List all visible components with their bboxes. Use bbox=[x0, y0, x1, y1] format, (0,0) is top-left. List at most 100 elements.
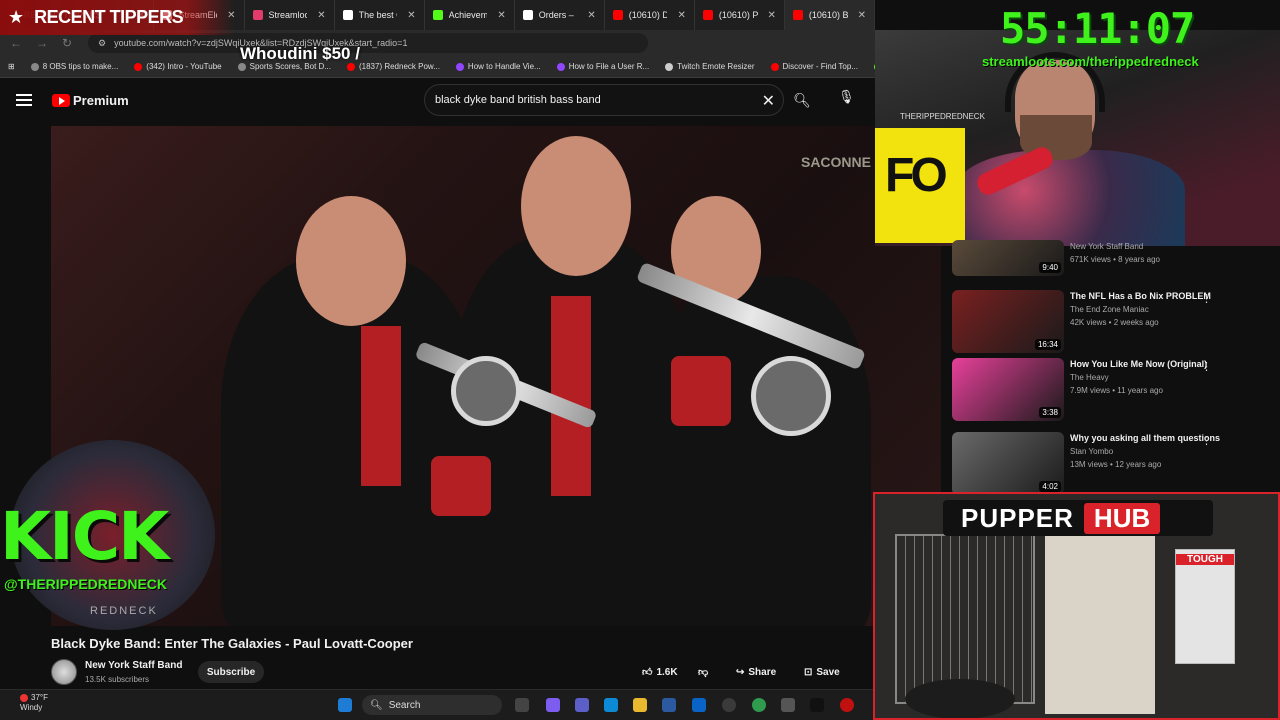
video-thumbnail[interactable]: 3:38 bbox=[952, 358, 1064, 421]
browser-tab[interactable]: Achievements ✕ bbox=[425, 0, 515, 30]
like-button[interactable]: 👍︎ 1.6K bbox=[636, 661, 684, 683]
bookmark-label: (1837) Redneck Pow... bbox=[358, 62, 440, 71]
share-button[interactable]: ↪ Share bbox=[730, 661, 783, 683]
video-duration: 9:40 bbox=[1039, 262, 1061, 273]
close-tab-icon[interactable]: ✕ bbox=[677, 10, 685, 21]
reload-icon[interactable]: ↻ bbox=[62, 36, 78, 50]
streamer-shirt bbox=[955, 150, 1185, 246]
more-options-icon[interactable]: ⋮ bbox=[1201, 434, 1212, 447]
tab-label: The best ChatB bbox=[358, 10, 398, 20]
channel-avatar[interactable] bbox=[51, 659, 77, 685]
close-tab-icon[interactable]: ✕ bbox=[768, 10, 776, 21]
close-tab-icon[interactable]: ✕ bbox=[317, 10, 325, 21]
tab-favicon-icon bbox=[522, 10, 533, 20]
url-field[interactable]: ⚙ youtube.com/watch?v=zdjSWqiUxek&list=R… bbox=[88, 33, 648, 53]
youtube-logo[interactable]: Premium bbox=[52, 93, 129, 108]
tab-favicon-icon bbox=[342, 10, 353, 20]
tab-favicon-icon bbox=[432, 10, 443, 20]
start-icon[interactable] bbox=[338, 698, 352, 712]
video-thumbnail[interactable]: 4:02 bbox=[952, 432, 1064, 495]
app-icon[interactable] bbox=[781, 698, 795, 712]
forward-icon[interactable]: → bbox=[36, 36, 52, 50]
tab-favicon-icon bbox=[792, 10, 803, 20]
terminal-icon[interactable] bbox=[810, 698, 824, 712]
bookmark-item[interactable]: How to Handle Vie... bbox=[448, 62, 549, 71]
uniform-cuff bbox=[431, 456, 491, 516]
weather-icon bbox=[20, 694, 28, 702]
bookmark-item[interactable]: How to File a User R... bbox=[549, 62, 657, 71]
tab-label: Achievements bbox=[448, 10, 488, 20]
outlook-icon[interactable] bbox=[692, 698, 706, 712]
recommendation-item[interactable]: 4:02 Why you asking all them questions Sta… bbox=[952, 432, 1272, 495]
close-tab-icon[interactable]: ✕ bbox=[407, 10, 415, 21]
browser-tab[interactable]: Streamloots | Ti ✕ bbox=[245, 0, 335, 30]
musician-head bbox=[296, 196, 406, 326]
trumpet-bell bbox=[751, 356, 831, 436]
youtube-play-icon bbox=[52, 93, 70, 107]
recommendation-item[interactable]: 9:40 New York Staff Band 671K views • 8 ye… bbox=[952, 240, 1272, 276]
taskbar-search[interactable]: 🔍︎ Search bbox=[362, 695, 502, 715]
clear-search-icon[interactable]: ✕ bbox=[762, 91, 775, 111]
app-icon[interactable] bbox=[840, 698, 854, 712]
recommendation-item[interactable]: 3:38 How You Like Me Now (Original) The He… bbox=[952, 358, 1272, 421]
back-icon[interactable]: ← bbox=[10, 36, 26, 50]
channel-subscribers: 13.5K subscribers bbox=[85, 675, 150, 684]
browser-tab[interactable]: (10610) DMX - ✕ bbox=[605, 0, 695, 30]
edge-icon[interactable] bbox=[604, 698, 618, 712]
chrome-icon[interactable] bbox=[752, 698, 766, 712]
save-label: Save bbox=[816, 666, 840, 678]
microphone-icon[interactable]: 🎙︎ bbox=[838, 89, 855, 105]
search-input[interactable]: black dyke band british bass band ✕ bbox=[424, 84, 784, 116]
task-view-icon[interactable] bbox=[515, 698, 529, 712]
taskbar-search-label: Search bbox=[388, 699, 421, 711]
weather-widget[interactable]: 37°F Windy bbox=[20, 693, 48, 713]
bookmark-favicon-icon bbox=[455, 62, 464, 71]
browser-tab[interactable]: (10610) Bla ✕ bbox=[784, 0, 875, 30]
bookmark-label: (342) Intro - YouTube bbox=[146, 62, 222, 71]
video-thumbnail[interactable]: 9:40 bbox=[952, 240, 1064, 276]
dislike-button[interactable]: 👎︎ bbox=[692, 661, 715, 683]
store-icon[interactable] bbox=[662, 698, 676, 712]
bookmark-item[interactable]: Discover - Find Top... bbox=[763, 62, 866, 71]
bookmark-item[interactable]: (342) Intro - YouTube bbox=[126, 62, 229, 71]
uniform-cuff bbox=[671, 356, 731, 426]
search-value: black dyke band british bass band bbox=[435, 94, 601, 106]
subscribe-button[interactable]: Subscribe bbox=[198, 661, 264, 683]
channel-name[interactable]: New York Staff Band bbox=[85, 660, 182, 671]
close-tab-icon[interactable]: ✕ bbox=[587, 10, 595, 21]
bookmark-label: Twitch Emote Resizer bbox=[677, 62, 755, 71]
bookmark-item[interactable]: 8 OBS tips to make... bbox=[23, 62, 127, 71]
browser-tab[interactable]: Orders – Dashb ✕ bbox=[515, 0, 605, 30]
close-tab-icon[interactable]: ✕ bbox=[858, 10, 866, 21]
recommendation-meta: 671K views • 8 years ago bbox=[1070, 255, 1160, 264]
uniform-sash bbox=[361, 326, 401, 486]
recommendation-meta: 7.9M views • 11 years ago bbox=[1070, 386, 1163, 395]
obs-icon[interactable] bbox=[722, 698, 736, 712]
video-thumbnail[interactable]: 16:34 bbox=[952, 290, 1064, 353]
more-options-icon[interactable]: ⋮ bbox=[1201, 360, 1212, 373]
save-button[interactable]: ⊡ Save bbox=[798, 661, 846, 683]
search-button[interactable]: 🔍︎ bbox=[786, 84, 818, 116]
tab-favicon-icon bbox=[702, 10, 713, 20]
bookmark-favicon-icon bbox=[556, 62, 565, 71]
bookmark-favicon-icon bbox=[665, 62, 674, 71]
file-explorer-icon[interactable] bbox=[633, 698, 647, 712]
menu-icon[interactable] bbox=[16, 94, 32, 106]
tab-favicon-icon bbox=[612, 10, 623, 20]
site-info-icon[interactable]: ⚙ bbox=[98, 38, 106, 49]
copilot-icon[interactable] bbox=[546, 698, 560, 712]
bookmark-favicon-icon bbox=[770, 62, 779, 71]
share-label: Share bbox=[748, 666, 777, 678]
apps-icon[interactable]: ⊞ bbox=[0, 62, 23, 71]
storage-box: TOUGH bbox=[1175, 549, 1235, 664]
browser-tab[interactable]: (10610) Post M ✕ bbox=[695, 0, 785, 30]
recent-tippers-banner: ★ RECENT TIPPERS bbox=[0, 0, 235, 35]
recommendation-item[interactable]: 16:34 The NFL Has a Bo Nix PROBLEM The End… bbox=[952, 290, 1272, 353]
bookmark-item[interactable]: Twitch Emote Resizer bbox=[657, 62, 762, 71]
close-tab-icon[interactable]: ✕ bbox=[497, 10, 505, 21]
recommendation-channel[interactable]: New York Staff Band bbox=[1070, 240, 1230, 253]
more-options-icon[interactable]: ⋮ bbox=[1201, 292, 1212, 305]
browser-tab[interactable]: The best ChatB ✕ bbox=[335, 0, 425, 30]
teams-icon[interactable] bbox=[575, 698, 589, 712]
kick-overlay: KICK @THERIPPEDREDNECK REDNECK bbox=[0, 440, 230, 630]
